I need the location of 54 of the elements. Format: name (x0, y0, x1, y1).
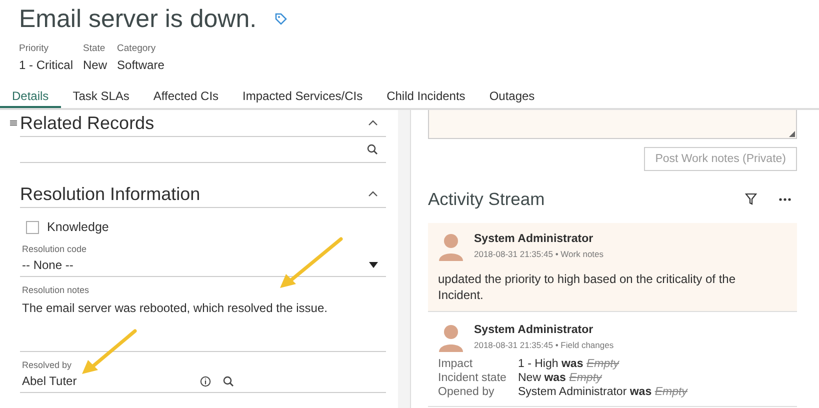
field-value: Software (117, 58, 164, 72)
section-title: Resolution Information (20, 184, 202, 204)
change-field: Incident state (438, 372, 518, 384)
collapse-icon[interactable] (368, 120, 378, 126)
annotation-arrow (80, 328, 138, 376)
drag-handle-icon[interactable] (8, 120, 20, 126)
field-value: 1 - Critical (19, 58, 74, 72)
field-label: Category (117, 43, 157, 54)
author-name: System Administrator (474, 233, 594, 245)
more-icon[interactable] (779, 198, 791, 200)
author-name: System Administrator (474, 324, 594, 336)
field-label: State (83, 43, 106, 54)
select-field[interactable]: Resolution code -- None -- (20, 244, 386, 277)
resize-grip-icon[interactable] (789, 131, 795, 137)
change-field: Opened by (438, 386, 518, 398)
search-icon[interactable] (367, 144, 378, 155)
tab[interactable]: Details (0, 86, 61, 108)
field-value: Abel Tuter (22, 374, 78, 388)
entry-timestamp: 2018-08-31 21:35:45 • Work notes (474, 249, 604, 259)
field-label: Resolution code (21, 244, 88, 254)
checkbox-label: Knowledge (47, 220, 109, 234)
tab[interactable]: Outages (477, 86, 547, 108)
textarea-field[interactable]: Resolution notes The email server was rebooted, which resolved the issue. (20, 285, 386, 352)
change-value: 1 - High was Empty (518, 358, 620, 370)
tab[interactable]: Child Incidents (374, 86, 478, 108)
section-title: Activity Stream (428, 188, 546, 210)
field-value: New (83, 58, 108, 72)
work-notes-field[interactable] (428, 110, 797, 139)
field-label: Resolution notes (21, 285, 90, 295)
entry-timestamp: 2018-08-31 21:35:45 • Field changes (474, 340, 614, 350)
avatar-icon (438, 322, 464, 352)
field-value: The email server was rebooted, which resolved the issue. (22, 301, 328, 315)
field-label: Resolved by (21, 360, 73, 370)
info-icon[interactable] (200, 376, 211, 386)
tab[interactable]: Task SLAs (60, 86, 142, 108)
annotation-arrow (278, 236, 344, 290)
field-label: Priority (19, 43, 50, 54)
checkbox[interactable] (26, 220, 39, 234)
collapse-icon[interactable] (368, 191, 378, 197)
record-title: Email server is down. (19, 4, 257, 34)
change-field: Impact (438, 358, 518, 370)
change-value: System Administrator was Empty (518, 386, 689, 398)
search-icon[interactable] (223, 376, 234, 386)
dropdown-caret-icon[interactable] (369, 262, 378, 268)
tab[interactable]: Impacted Services/CIs (230, 86, 375, 108)
change-value: New was Empty (518, 372, 604, 384)
filter-icon[interactable] (745, 193, 757, 205)
section-title: Related Records (20, 112, 156, 134)
tag-icon[interactable] (274, 13, 287, 25)
avatar-icon (438, 231, 464, 261)
activity-text: updated the priority to high based on the criticality of the Incident. (438, 271, 737, 303)
tab[interactable]: Affected CIs (141, 86, 231, 108)
scrollbar[interactable] (398, 110, 410, 408)
field-value: -- None -- (22, 258, 74, 272)
